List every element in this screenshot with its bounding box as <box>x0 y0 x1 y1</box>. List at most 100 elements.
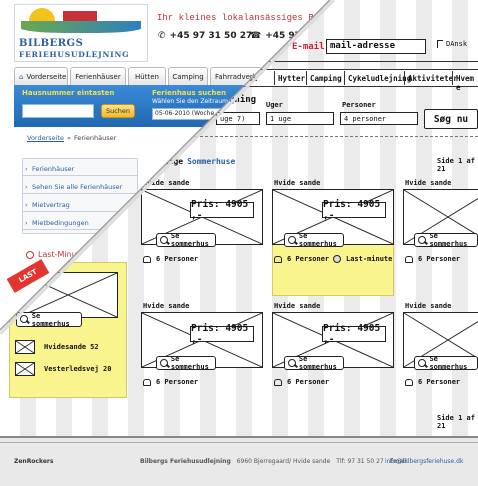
tab-vorderseite[interactable]: ⌂ Vorderseite <box>14 67 68 85</box>
breadcrumb-sep: » <box>67 134 71 142</box>
nav-item-camping[interactable]: Camping <box>310 74 342 83</box>
magnifier-icon <box>160 358 168 368</box>
footer-info: Bilbergs Feriehusudlejning 6960 Bjerrega… <box>140 458 408 465</box>
nav-item-hytter[interactable]: Hytter <box>278 74 305 83</box>
card-2-see-button[interactable]: Se sommerhus <box>284 232 344 248</box>
persons-select[interactable]: 4 personer <box>340 112 418 125</box>
phone-1-number: +45 97 31 50 27 <box>169 31 253 41</box>
landscape-icon <box>21 21 141 33</box>
house-number-input[interactable] <box>22 104 94 118</box>
card-5-see-button[interactable]: Se sommerhus <box>284 355 344 371</box>
card-1-price: Pris: 4905 ,- <box>190 199 254 221</box>
fax-icon: ☎ <box>250 31 262 41</box>
wire-nav: use Hytter Camping Cykeludlejning Aktivi… <box>240 69 478 92</box>
email-input[interactable]: mail-adresse <box>326 39 426 54</box>
card-4-persons: 6 Personer <box>143 378 198 386</box>
nav-item-hvem[interactable]: Hvem e <box>456 74 478 92</box>
card-3-see-button[interactable]: Se sommerhus <box>414 232 478 248</box>
card-6-see-button[interactable]: Se sommerhus <box>414 355 478 371</box>
card-1-see-button[interactable]: Se sommerhus <box>156 232 216 248</box>
nav-item-aktiviteter[interactable]: Aktiviteter <box>408 74 458 83</box>
logo-line-2: FERIEHUSUDLEJNING <box>19 50 130 59</box>
card-6-persons-label: 6 Personer <box>418 378 461 386</box>
clock-icon <box>26 250 34 259</box>
tab-camping[interactable]: Camping <box>168 67 208 85</box>
last-minute-see-button[interactable]: Se sommerhus <box>16 312 82 328</box>
sidebar-item-ferienhaeuser[interactable]: Ferienhäuser <box>22 162 138 176</box>
phone-icon: ✆ <box>158 31 166 41</box>
magnifier-icon <box>20 315 29 324</box>
last-minute-heading: Last-Minu <box>26 250 77 259</box>
card-5-see-label: Se sommerhus <box>298 355 337 371</box>
footer-phone: Tlf: 97 31 50 27 <box>336 458 384 465</box>
sidebar-house-1-num: 52 <box>90 343 99 351</box>
sidebar-house-1[interactable]: Hvidesande 52 <box>44 343 99 351</box>
house-number-title: Hausnummer eintasten <box>22 89 115 97</box>
language-selector[interactable]: DAnsk <box>437 40 467 48</box>
card-3-persons-label: 6 Personer <box>418 255 461 263</box>
card-4-name: Hvide sande <box>143 302 190 310</box>
last-minute-title: Last-Minu <box>38 250 77 259</box>
card-5-persons: 6 Personer <box>274 378 329 386</box>
nav-item-cykeludlejning[interactable]: Cykeludlejning <box>348 74 411 83</box>
card-1-persons: 6 Personer <box>143 255 198 263</box>
magnifier-icon <box>418 358 427 368</box>
sidebar-item-alle[interactable]: Sehen Sie alle Ferienhäuser <box>22 180 138 194</box>
thumb-2-placeholder[interactable] <box>15 362 35 376</box>
flag-icon <box>437 40 443 48</box>
weeks-label: Uger <box>266 101 283 109</box>
magnifier-icon <box>288 358 296 368</box>
magnifier-icon <box>160 235 168 245</box>
card-5-name: Hvide sande <box>274 302 321 310</box>
card-1-see-label: Se sommerhus <box>170 232 209 248</box>
zeitraum-label: Wählen Sie den Zeitraum <box>152 98 228 105</box>
ferienhaus-title: Ferienhaus suchen <box>152 89 227 97</box>
sidebar-house-1-name: Hvidesande <box>44 343 87 351</box>
card-4-see-label: Se sommerhus <box>170 355 209 371</box>
home-icon: ⌂ <box>19 72 24 81</box>
page-info-bottom: Side 1 af 21 <box>437 414 475 430</box>
footer-email[interactable]: info@bilbergsferiehuse.dk <box>385 458 463 465</box>
card-4-persons-label: 6 Personer <box>156 378 199 386</box>
persons-icon <box>405 378 413 386</box>
card-1-persons-label: 6 Personer <box>156 255 199 263</box>
footer-company: Bilbergs Feriehusudlejning <box>140 458 231 465</box>
card-5-persons-label: 6 Personer <box>287 378 330 386</box>
logo[interactable]: BILBERGS FERIEHUSUDLEJNING <box>14 4 148 62</box>
footer-left: ZenRockers <box>14 458 54 465</box>
thumb-1-placeholder[interactable] <box>15 340 35 354</box>
search-button[interactable]: Søg nu <box>424 109 478 129</box>
search-divider <box>150 136 478 137</box>
last-minute-highlight <box>272 244 394 296</box>
sidebar-house-2[interactable]: Vesterledsvej 20 <box>44 365 111 373</box>
date-field[interactable]: uge 7) <box>216 112 260 125</box>
card-2-persons-label: 6 Personer <box>287 255 330 263</box>
tab-huetten[interactable]: Hütten <box>128 67 166 85</box>
persons-icon <box>405 255 413 263</box>
persons-label: Personer <box>342 101 376 109</box>
card-4-price: Pris: 4905 ,- <box>190 323 254 345</box>
card-2-price: Pris: 4905 ,- <box>322 199 386 221</box>
persons-icon <box>143 255 151 263</box>
sun-icon <box>29 8 55 22</box>
magnifier-icon <box>288 235 296 245</box>
tab-ferienhaeuser[interactable]: Ferienhäuser <box>70 67 126 85</box>
house-number-search-button[interactable]: Suchen <box>101 104 135 118</box>
heading-part-b: Sommerhuse <box>187 157 236 166</box>
card-6-name: Hvide sande <box>405 302 452 310</box>
card-3-name: Hvide sande <box>405 179 452 187</box>
weeks-select[interactable]: 1 uge <box>266 112 334 125</box>
magnifier-icon <box>418 235 427 245</box>
card-2-name: Hvide sande <box>274 179 321 187</box>
date-select[interactable]: 05-06-2010 (Woche <box>152 108 222 120</box>
card-4-see-button[interactable]: Se sommerhus <box>156 355 216 371</box>
persons-icon <box>143 378 151 386</box>
last-minute-icon <box>333 255 341 263</box>
breadcrumb-home[interactable]: Vorderseite <box>27 134 64 142</box>
language-label: DAnsk <box>446 40 468 48</box>
card-6-see-label: Se sommerhus <box>429 355 468 371</box>
persons-icon <box>274 255 282 263</box>
card-3-see-label: Se sommerhus <box>429 232 468 248</box>
page-info-top: Side 1 af 21 <box>437 157 475 173</box>
card-2-last-minute-label: Last-minute <box>346 255 393 263</box>
